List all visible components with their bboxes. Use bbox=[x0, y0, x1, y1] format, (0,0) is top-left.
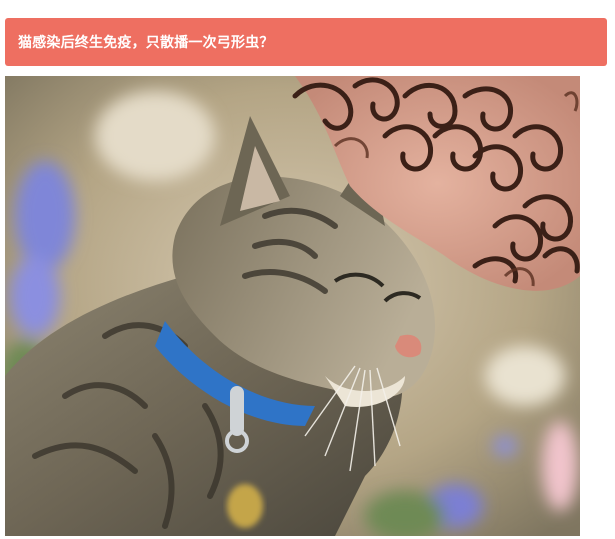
photo-illustration bbox=[5, 76, 580, 536]
article-title: 猫感染后终生免疫，只散播一次弓形虫？ bbox=[18, 35, 274, 51]
article-title-bar: 猫感染后终生免疫，只散播一次弓形虫？ bbox=[5, 18, 607, 66]
page-margin bbox=[580, 76, 615, 539]
cat-and-child-photo bbox=[5, 76, 580, 536]
